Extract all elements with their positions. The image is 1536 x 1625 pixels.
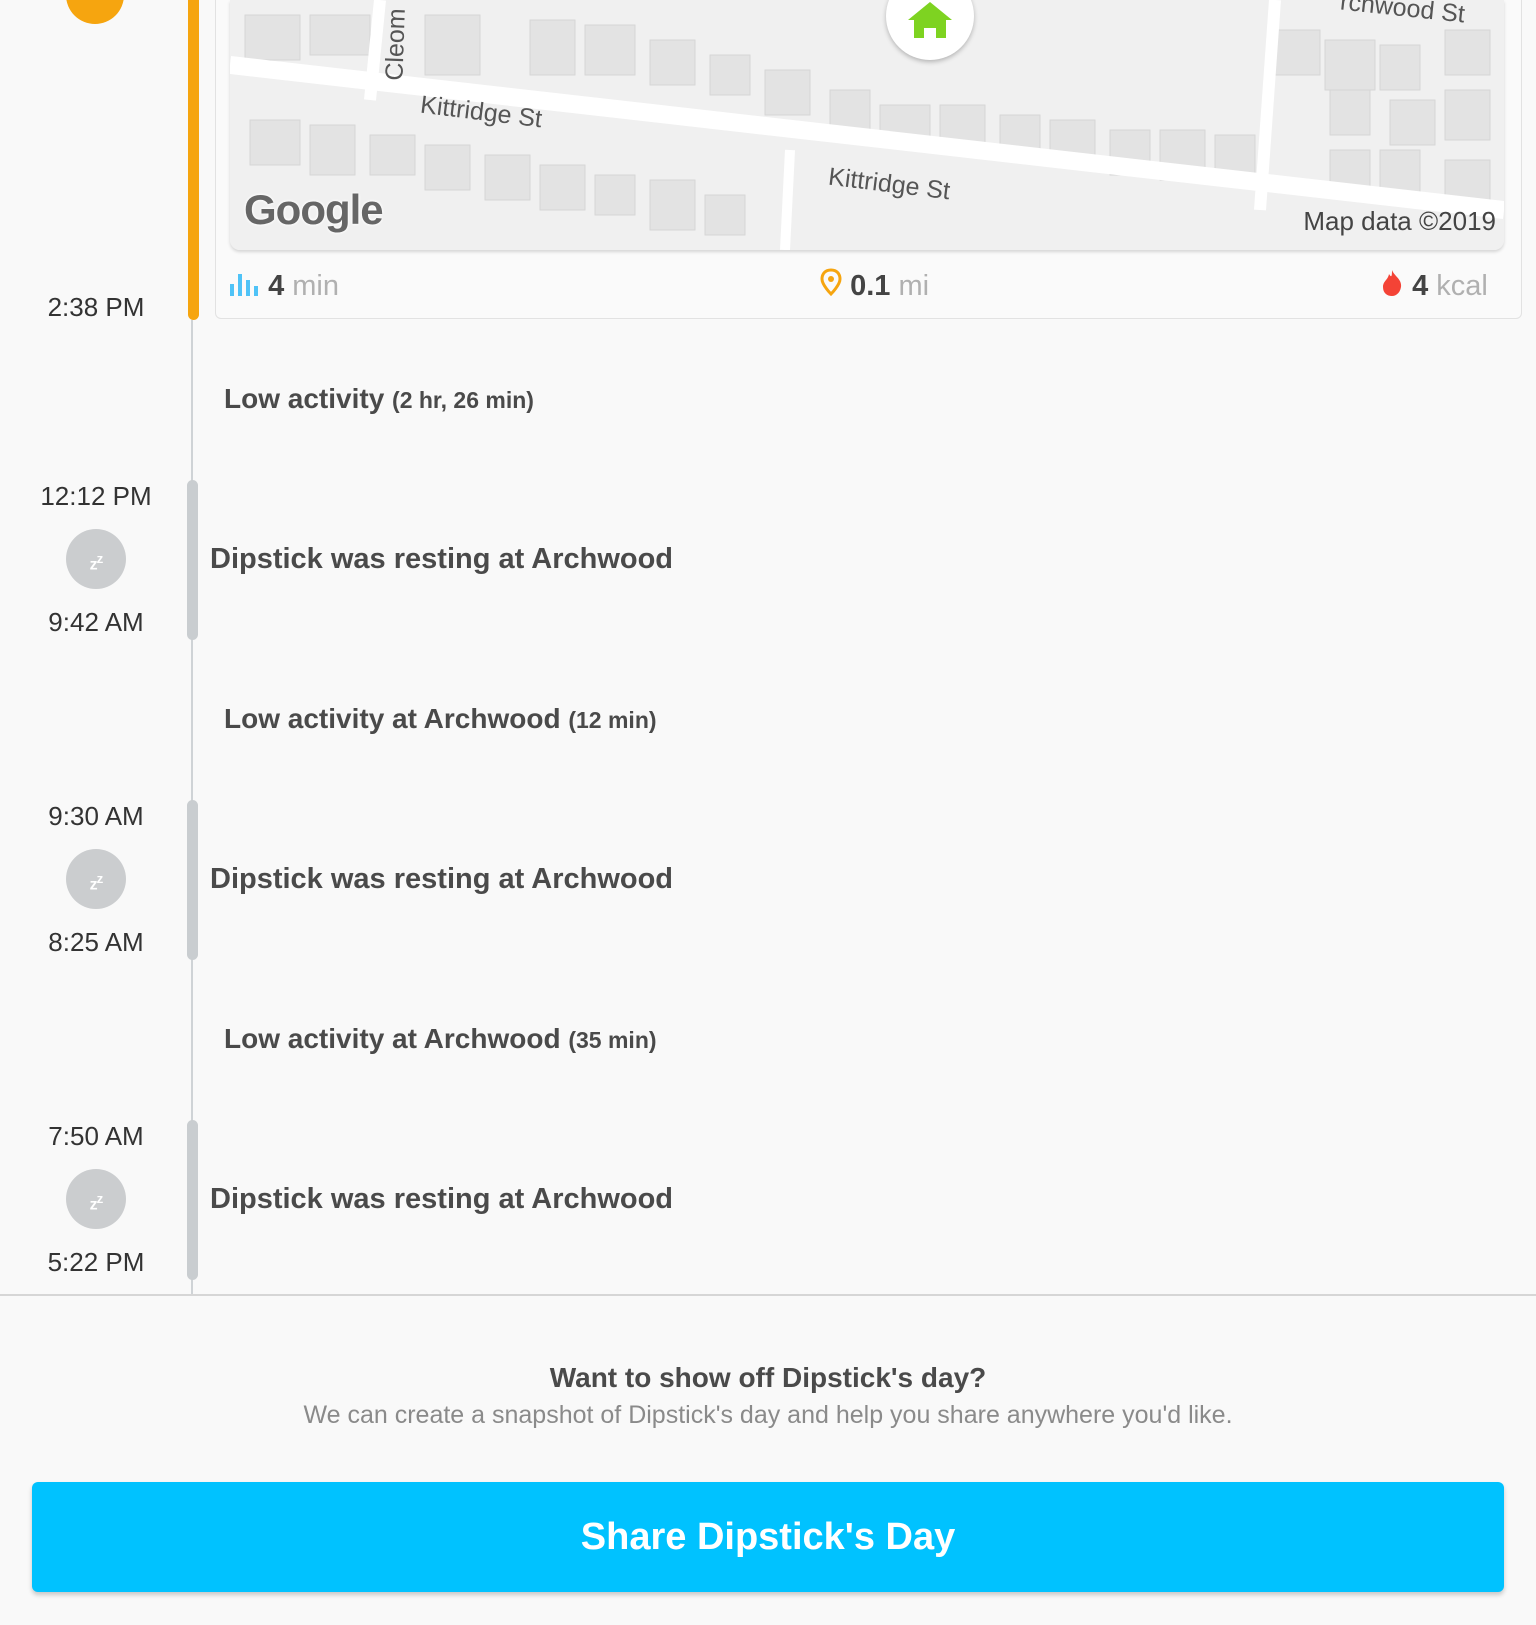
rest-start-time: 9:30 AM xyxy=(48,801,144,831)
distance-unit: mi xyxy=(898,270,930,302)
flame-icon xyxy=(1383,270,1402,296)
distance-value: 0.1 xyxy=(850,270,891,302)
walk-end-time: 2:38 PM xyxy=(47,292,145,322)
walk-map[interactable]: Kittridge St Kittridge St Cleom rchwood … xyxy=(230,0,1504,250)
low-activity-label: Low activity xyxy=(224,383,385,414)
home-pin[interactable] xyxy=(886,0,974,60)
rest-timeline-bar xyxy=(187,1120,198,1280)
sleep-icon: zz xyxy=(66,1169,126,1229)
rest-start-time: 7:50 AM xyxy=(48,1121,144,1151)
calories-value: 4 xyxy=(1412,270,1429,302)
distance-stat: 0.1 mi xyxy=(820,268,929,303)
share-day-button[interactable]: Share Dipstick's Day xyxy=(32,1482,1504,1592)
duration-stat: 4 min xyxy=(230,268,339,303)
rest-end-time: 8:25 AM xyxy=(48,927,144,957)
rest-end-time: 9:42 AM xyxy=(48,607,144,637)
duration-value: 4 xyxy=(268,270,285,302)
low-activity-duration: (12 min) xyxy=(568,707,657,733)
walk-timeline-bar xyxy=(188,0,199,320)
low-activity-duration: (35 min) xyxy=(568,1027,657,1053)
low-activity-item[interactable]: Low activity at Archwood (12 min) xyxy=(224,703,657,735)
calories-stat: 4 kcal xyxy=(1380,268,1488,303)
low-activity-item[interactable]: Low activity at Archwood (35 min) xyxy=(224,1023,657,1055)
map-attribution: Map data ©2019 xyxy=(1303,206,1496,236)
section-divider xyxy=(0,1294,1536,1296)
share-promo-subtitle: We can create a snapshot of Dipstick's d… xyxy=(303,1401,1233,1429)
rest-start-time: 12:12 PM xyxy=(40,481,152,511)
rest-item[interactable]: Dipstick was resting at Archwood xyxy=(210,863,673,896)
rest-item[interactable]: Dipstick was resting at Archwood xyxy=(210,543,673,576)
low-activity-label: Low activity at Archwood xyxy=(224,1023,561,1054)
calories-unit: kcal xyxy=(1436,270,1488,302)
low-activity-item[interactable]: Low activity (2 hr, 26 min) xyxy=(224,383,534,415)
rest-end-time: 5:22 PM xyxy=(47,1247,145,1277)
sleep-icon: zz xyxy=(66,849,126,909)
low-activity-label: Low activity at Archwood xyxy=(224,703,561,734)
low-activity-duration: (2 hr, 26 min) xyxy=(392,387,534,413)
home-icon xyxy=(908,2,952,38)
rest-timeline-bar xyxy=(187,800,198,960)
duration-unit: min xyxy=(292,270,339,302)
share-promo-title: Want to show off Dipstick's day? xyxy=(549,1362,987,1393)
rest-timeline-bar xyxy=(187,480,198,640)
bar-chart-icon xyxy=(230,274,258,296)
google-logo: Google xyxy=(244,186,384,233)
location-pin-icon xyxy=(820,268,842,297)
street-label-cleom: Cleom xyxy=(380,7,411,82)
sleep-icon: zz xyxy=(66,529,126,589)
walk-activity-icon xyxy=(66,0,124,24)
rest-item[interactable]: Dipstick was resting at Archwood xyxy=(210,1183,673,1216)
